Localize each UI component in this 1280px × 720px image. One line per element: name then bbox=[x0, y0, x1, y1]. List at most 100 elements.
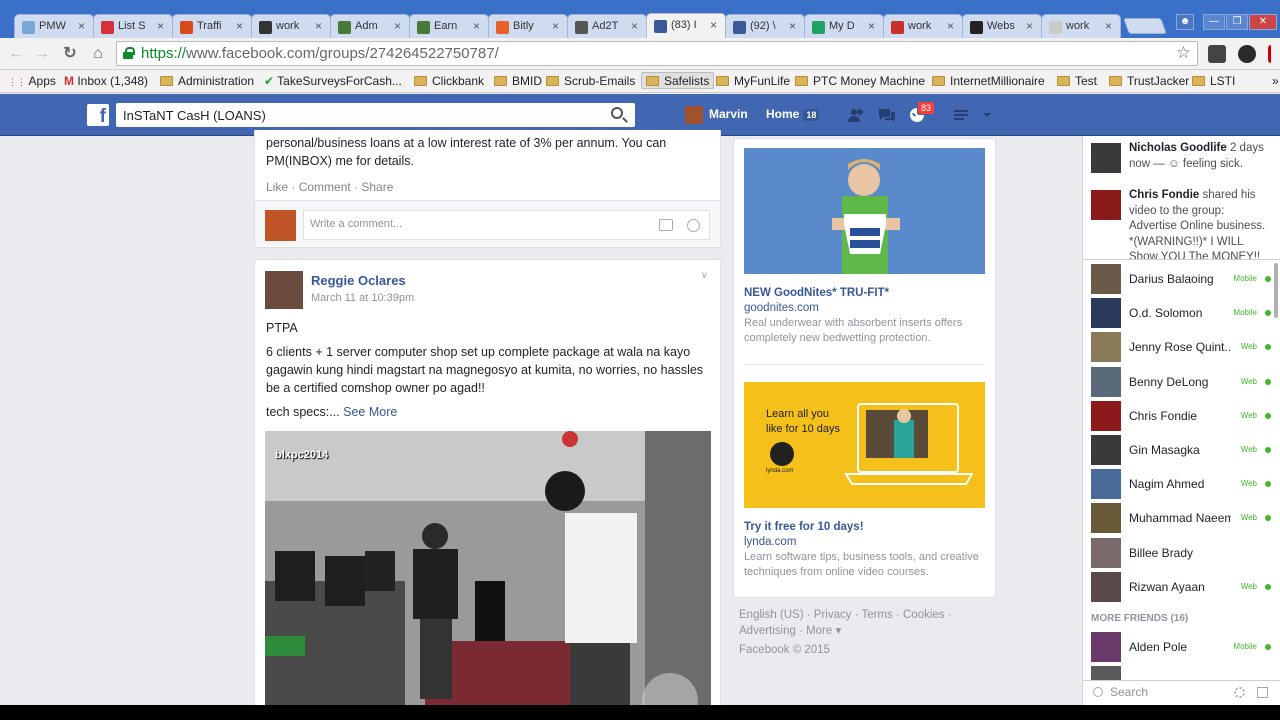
chat-friend[interactable]: Chris Fondie Web bbox=[1091, 400, 1273, 431]
smiley-icon[interactable] bbox=[687, 219, 700, 232]
share-link[interactable]: Share bbox=[361, 180, 393, 194]
close-tab-icon[interactable]: × bbox=[868, 19, 875, 33]
restore-button[interactable]: ❐ bbox=[1226, 14, 1248, 30]
friend-requests-icon[interactable] bbox=[848, 107, 866, 123]
ad-domain[interactable]: goodnites.com bbox=[744, 302, 819, 314]
extension-globe-icon[interactable] bbox=[1238, 45, 1256, 63]
chat-friend[interactable]: Billee Brady bbox=[1091, 537, 1273, 568]
back-icon[interactable]: ← bbox=[6, 44, 26, 64]
browser-tab[interactable]: work × bbox=[251, 14, 331, 38]
chrome-menu-icon[interactable] bbox=[1268, 45, 1276, 63]
post-photo[interactable]: blxpc2014 bbox=[265, 431, 711, 705]
close-tab-icon[interactable]: × bbox=[236, 19, 243, 33]
chat-friend[interactable]: Jenny Rose Quint... Web bbox=[1091, 332, 1273, 363]
bookmarks-overflow[interactable]: » bbox=[1272, 73, 1279, 90]
home-link[interactable]: Home 18 bbox=[766, 106, 820, 122]
browser-tab[interactable]: Traffi × bbox=[172, 14, 252, 38]
ad-domain[interactable]: lynda.com bbox=[744, 536, 796, 548]
close-tab-icon[interactable]: × bbox=[631, 19, 638, 33]
search-icon[interactable] bbox=[611, 107, 623, 119]
home-icon[interactable]: ⌂ bbox=[88, 44, 108, 64]
chat-friend[interactable]: Benny DeLong Web bbox=[1091, 366, 1273, 397]
ad-title[interactable]: NEW GoodNites* TRU-FIT* bbox=[744, 287, 889, 299]
close-tab-icon[interactable]: × bbox=[473, 19, 480, 33]
new-tab-button[interactable] bbox=[1123, 18, 1167, 34]
browser-tab[interactable]: (92) \ × bbox=[725, 14, 805, 38]
browser-tab[interactable]: Ad2T × bbox=[567, 14, 647, 38]
close-tab-icon[interactable]: × bbox=[947, 19, 954, 33]
ad-image-lynda[interactable]: Learn all you like for 10 days lynda.com bbox=[744, 382, 985, 508]
footer-links[interactable]: English (US) · Privacy · Terms · Cookies… bbox=[739, 608, 989, 624]
close-tab-icon[interactable]: × bbox=[789, 19, 796, 33]
new-message-icon[interactable] bbox=[1257, 687, 1268, 698]
bookmark-item[interactable]: LSTI bbox=[1192, 73, 1235, 90]
chat-friend[interactable]: Rizwan Ayaan Web bbox=[1091, 571, 1273, 602]
chat-friend[interactable]: Muhammad Naeem Web bbox=[1091, 503, 1273, 534]
profile-icon[interactable]: ☻ bbox=[1176, 14, 1194, 30]
bookmark-item[interactable]: MyFunLife bbox=[716, 73, 790, 90]
chat-friend[interactable]: Darius Balaoing Mobile bbox=[1091, 264, 1273, 294]
bookmark-item[interactable]: Scrub-Emails bbox=[546, 73, 635, 90]
profile-link[interactable]: Marvin bbox=[685, 105, 748, 124]
close-tab-icon[interactable]: × bbox=[315, 19, 322, 33]
post-author[interactable]: Reggie Oclares bbox=[311, 273, 406, 288]
browser-tab[interactable]: List S × bbox=[93, 14, 173, 38]
chat-friend[interactable]: Alden Pole Mobile bbox=[1091, 632, 1273, 662]
footer-links[interactable]: Advertising · More ▾ bbox=[739, 624, 989, 640]
facebook-logo[interactable]: f bbox=[87, 104, 109, 126]
minimize-button[interactable]: — bbox=[1203, 14, 1225, 30]
browser-tab[interactable]: PMW × bbox=[14, 14, 94, 38]
bookmark-item[interactable]: TrustJacker bbox=[1109, 73, 1189, 90]
browser-tab[interactable]: work × bbox=[1041, 14, 1121, 38]
ad-title[interactable]: Try it free for 10 days! bbox=[744, 521, 864, 533]
messages-icon[interactable] bbox=[878, 107, 896, 123]
chat-friend[interactable]: Nagim Ahmed Web bbox=[1091, 469, 1273, 500]
extension-icon[interactable] bbox=[1208, 45, 1226, 63]
close-tab-icon[interactable]: × bbox=[552, 19, 559, 33]
browser-tab[interactable]: Bitly × bbox=[488, 14, 568, 38]
browser-tab[interactable]: Adm × bbox=[330, 14, 410, 38]
chat-friend[interactable] bbox=[1091, 666, 1273, 680]
privacy-shortcuts-icon[interactable] bbox=[952, 107, 970, 123]
reload-icon[interactable]: ↻ bbox=[60, 44, 80, 64]
chat-friend[interactable]: O.d. Solomon Mobile bbox=[1091, 298, 1273, 329]
bookmark-item[interactable]: Administration bbox=[160, 73, 254, 90]
post-options-chevron-icon[interactable]: ∨ bbox=[701, 270, 708, 281]
browser-tab[interactable]: Earn × bbox=[409, 14, 489, 38]
camera-icon[interactable] bbox=[659, 219, 673, 231]
close-tab-icon[interactable]: × bbox=[394, 19, 401, 33]
close-window-button[interactable]: ✕ bbox=[1249, 14, 1277, 30]
author-avatar[interactable] bbox=[265, 271, 303, 309]
comment-link[interactable]: Comment bbox=[299, 180, 351, 194]
chat-friend[interactable]: Gin Masagka Web bbox=[1091, 435, 1273, 465]
close-tab-icon[interactable]: × bbox=[1026, 19, 1033, 33]
bookmark-item[interactable]: BMID bbox=[494, 73, 542, 90]
bookmark-item[interactable]: ✔ TakeSurveysForCash... bbox=[264, 73, 402, 90]
ad-image-goodnites[interactable] bbox=[744, 148, 985, 274]
scrollbar-thumb[interactable] bbox=[1274, 263, 1278, 318]
chat-search-input[interactable]: Search bbox=[1083, 680, 1280, 705]
close-tab-icon[interactable]: × bbox=[78, 19, 85, 33]
bookmark-item[interactable]: M Inbox (1,348) bbox=[64, 73, 148, 90]
close-tab-icon[interactable]: × bbox=[157, 19, 164, 33]
bookmark-item[interactable]: Safelists bbox=[641, 72, 715, 89]
gear-icon[interactable] bbox=[1234, 687, 1245, 698]
bookmark-item[interactable]: ⋮⋮ Apps bbox=[8, 73, 56, 90]
bookmark-item[interactable]: Test bbox=[1057, 73, 1097, 90]
browser-tab[interactable]: work × bbox=[883, 14, 963, 38]
browser-tab[interactable]: Webs × bbox=[962, 14, 1042, 38]
bookmark-item[interactable]: Clickbank bbox=[414, 73, 484, 90]
fb-search-input[interactable]: InSTaNT CasH (LOANS) bbox=[116, 103, 635, 127]
close-tab-icon[interactable]: × bbox=[1105, 19, 1112, 33]
comment-input[interactable]: Write a comment... bbox=[303, 210, 710, 240]
bookmark-item[interactable]: InternetMillionaire bbox=[932, 73, 1045, 90]
see-more-link[interactable]: See More bbox=[343, 405, 397, 419]
browser-tab[interactable]: My D × bbox=[804, 14, 884, 38]
post-timestamp[interactable]: March 11 at 10:39pm bbox=[311, 292, 414, 304]
forward-icon[interactable]: → bbox=[32, 44, 52, 64]
like-link[interactable]: Like bbox=[266, 180, 288, 194]
address-bar[interactable]: https://www.facebook.com/groups/27426452… bbox=[116, 41, 1198, 66]
bookmark-item[interactable]: PTC Money Machine bbox=[795, 73, 925, 90]
chevron-down-icon[interactable] bbox=[978, 107, 996, 123]
bookmark-star-icon[interactable]: ☆ bbox=[1176, 43, 1191, 63]
